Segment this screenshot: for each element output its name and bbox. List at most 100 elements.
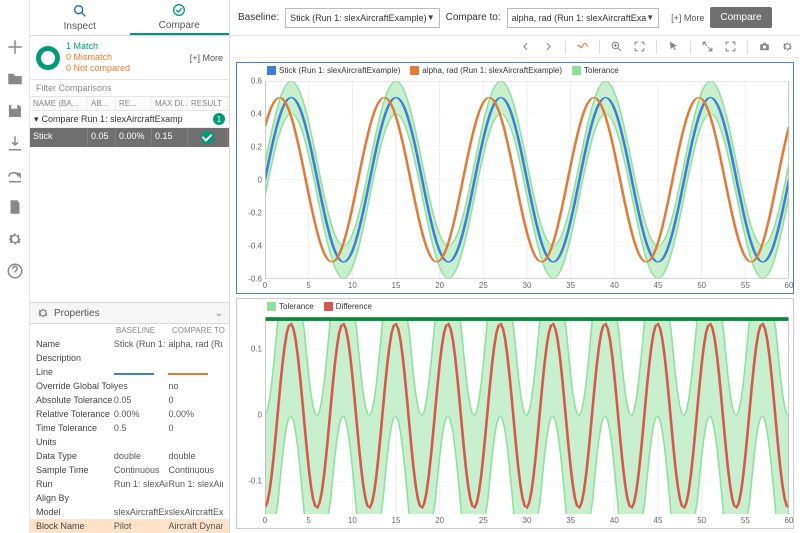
col-result[interactable]: RESULT [188, 97, 228, 110]
x-tick: 40 [610, 516, 619, 525]
summary-more-link[interactable]: [+] More [190, 53, 223, 63]
fullscreen-icon[interactable] [724, 40, 737, 53]
topbar-more-link[interactable]: [+] More [671, 13, 704, 23]
tab-inspect[interactable]: Inspect [30, 0, 130, 35]
cell-name: Stick [30, 128, 88, 147]
compare-button[interactable]: Compare [710, 7, 771, 28]
tab-compare-label: Compare [159, 20, 200, 31]
zoom-fit-icon[interactable] [633, 40, 646, 53]
save-icon[interactable] [6, 102, 24, 120]
legend-label: alpha, rad (Run 1: slexAircraftExample) [422, 66, 562, 75]
property-row: RunRun 1: slexAircRun 1: slexAirc [30, 477, 229, 491]
x-tick: 20 [435, 516, 444, 525]
col-baseline: BASELINE [116, 326, 172, 335]
pointer-icon[interactable] [667, 40, 680, 53]
property-row: Relative Tolerance0.00%0.00% [30, 407, 229, 421]
property-row: Line [30, 365, 229, 379]
summary-notcompared: 0 Not compared [66, 63, 130, 74]
gear-icon[interactable] [6, 230, 24, 248]
prop-key: Run [36, 479, 114, 489]
prop-key: Block Name [36, 521, 114, 531]
y-tick: 0 [258, 175, 262, 184]
y-tick: 0 [258, 411, 262, 420]
add-icon[interactable] [6, 38, 24, 56]
prop-baseline: Run 1: slexAirc [114, 479, 169, 489]
x-tick: 10 [348, 516, 357, 525]
legend-label: Stick (Run 1: slexAircraftExample) [279, 66, 400, 75]
zoom-icon[interactable] [610, 40, 623, 53]
help-icon[interactable] [6, 262, 24, 280]
property-row: NameStick (Run 1: slalpha, rad (Run [30, 337, 229, 351]
nav-next-icon[interactable] [542, 40, 555, 53]
legend-item: Tolerance [572, 66, 619, 75]
prop-key: Description [36, 353, 114, 363]
properties-header[interactable]: Properties ⌄ [30, 302, 229, 324]
compare-topbar: Baseline: Stick (Run 1: slexAircraftExam… [230, 0, 800, 36]
chart-svg [265, 81, 789, 279]
baseline-select[interactable]: Stick (Run 1: slexAircraftExample)▼ [285, 8, 439, 28]
x-tick: 35 [566, 516, 575, 525]
col-compareto: COMPARE TO [172, 326, 228, 335]
import-icon[interactable] [6, 134, 24, 152]
prop-compare: 0 [168, 423, 223, 433]
plot-2[interactable]: ToleranceDifference-0.100.10510152025303… [236, 298, 794, 530]
prop-compare: alpha, rad (Run [168, 339, 223, 349]
prop-compare: Aircraft Dynam [168, 521, 223, 531]
document-icon[interactable] [6, 198, 24, 216]
x-tick: 5 [306, 281, 310, 290]
right-panel: Baseline: Stick (Run 1: slexAircraftExam… [230, 0, 800, 533]
y-tick: 0.2 [251, 142, 262, 151]
property-row: ModelslexAircraftExaslexAircraftExa [30, 505, 229, 519]
filter-label: Filter Comparisons [30, 80, 229, 96]
group-count-badge: 1 [213, 113, 225, 125]
y-tick: -0.4 [248, 241, 262, 250]
table-header: NAME (BA... AB... RE... MAX DI... RESULT [30, 96, 229, 111]
y-tick: 0.1 [251, 345, 262, 354]
x-tick: 60 [785, 516, 794, 525]
donut-icon [36, 46, 60, 70]
group-label: Compare Run 1: slexAircraftExamp [42, 114, 210, 124]
col-max[interactable]: MAX DI... [152, 97, 188, 110]
col-abs[interactable]: AB... [88, 97, 116, 110]
table-row[interactable]: Stick 0.05 0.00% 0.15 [30, 128, 229, 147]
left-panel: Inspect Compare 1 Match 0 Mismatch 0 Not… [30, 0, 230, 533]
folder-icon[interactable] [6, 70, 24, 88]
legend-item: alpha, rad (Run 1: slexAircraftExample) [410, 66, 562, 75]
expand-icon[interactable] [701, 40, 714, 53]
x-tick: 15 [392, 281, 401, 290]
y-tick: 0.6 [251, 77, 262, 86]
plot-toolbar [230, 36, 800, 58]
property-row: Block NamePilotAircraft Dynam [30, 519, 229, 533]
prop-compare: 0 [168, 395, 223, 405]
prop-baseline [114, 367, 169, 377]
table-group-row[interactable]: ▾ Compare Run 1: slexAircraftExamp 1 [30, 111, 229, 128]
gear-icon [36, 306, 50, 320]
tab-compare[interactable]: Compare [130, 0, 230, 35]
x-tick: 30 [523, 281, 532, 290]
y-tick: 0.4 [251, 109, 262, 118]
x-tick: 25 [479, 281, 488, 290]
settings-icon[interactable] [781, 40, 794, 53]
summary-match: 1 Match [66, 41, 130, 52]
y-tick: -0.1 [248, 477, 262, 486]
prop-compare: 0.00% [168, 409, 223, 419]
x-tick: 40 [610, 281, 619, 290]
property-row: Align By [30, 491, 229, 505]
col-rel[interactable]: RE... [116, 97, 152, 110]
x-tick: 50 [697, 516, 706, 525]
legend-label: Tolerance [584, 66, 619, 75]
camera-icon[interactable] [758, 40, 771, 53]
signal-icon[interactable] [576, 40, 589, 53]
nav-prev-icon[interactable] [519, 40, 532, 53]
export-icon[interactable] [6, 166, 24, 184]
cell-result [188, 128, 228, 147]
plot-1[interactable]: Stick (Run 1: slexAircraftExample) alpha,… [236, 62, 794, 294]
col-name[interactable]: NAME (BA... [30, 97, 88, 110]
x-tick: 45 [654, 281, 663, 290]
chart-svg [265, 317, 789, 515]
x-tick: 15 [392, 516, 401, 525]
x-tick: 50 [697, 281, 706, 290]
prop-key: Data Type [36, 451, 114, 461]
compareto-select[interactable]: alpha, rad (Run 1: slexAircraftExa▼ [507, 8, 659, 28]
chevron-down-icon: ⌄ [215, 308, 223, 319]
